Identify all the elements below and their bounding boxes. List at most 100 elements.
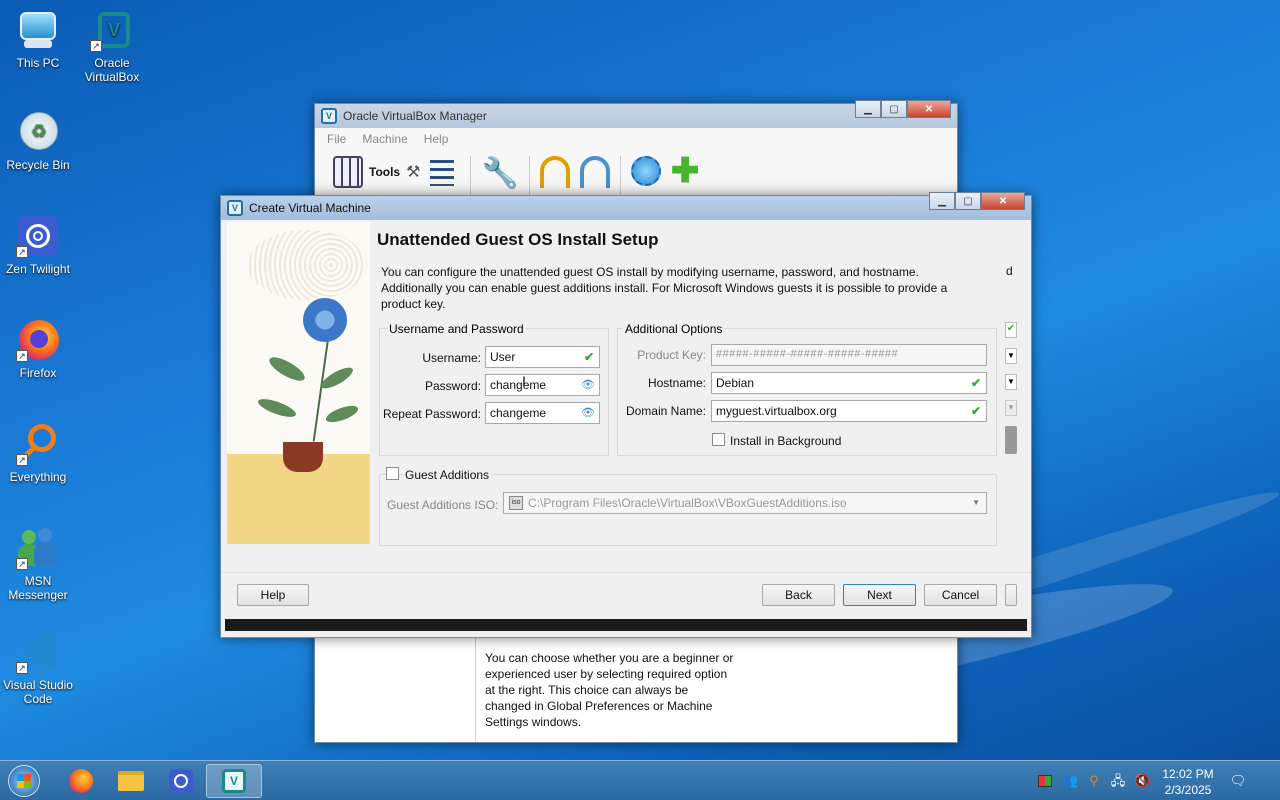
firefox-icon [69,769,93,793]
export-icon[interactable] [579,156,610,188]
username-label: Username: [422,351,481,365]
chevron-down-icon[interactable]: ▼ [1005,374,1017,390]
guest-additions-iso-select[interactable]: iso C:\Program Files\Oracle\VirtualBox\V… [503,492,987,514]
zen-browser-icon [169,769,193,793]
show-password-icon[interactable]: 👁 [581,406,595,419]
new-machine-icon[interactable] [630,156,661,186]
domain-name-label: Domain Name: [625,404,706,418]
maximize-button[interactable]: ▢ [955,192,981,210]
dialog-titlebar[interactable]: V Create Virtual Machine ▁ ▢ ✕ [221,192,1031,220]
preferences-icon[interactable]: 🔧 [481,156,518,191]
flag-icon[interactable] [1038,773,1054,789]
taskbar-virtualbox[interactable]: V [206,764,262,798]
minimize-button[interactable]: ▁ [855,100,881,118]
guest-additions-checkbox[interactable] [386,467,399,480]
back-button[interactable]: Back [762,584,835,606]
add-machine-icon[interactable]: ✚ [671,154,700,188]
page-description: You can configure the unattended guest O… [381,265,948,311]
desktop-icon-recycle-bin[interactable]: ♻ Recycle Bin [0,110,76,172]
windows-logo-icon [8,765,40,797]
import-icon[interactable] [539,156,570,188]
wizard-illustration [227,222,370,544]
chevron-down-icon[interactable]: ▼ [1005,400,1017,416]
cancel-button[interactable]: Cancel [924,584,997,606]
zen-browser-icon: ↗ [16,214,60,258]
virtualbox-icon: V [222,769,246,793]
desktop-icon-virtualbox[interactable]: V ↗ Oracle VirtualBox [74,8,150,84]
clock[interactable]: 12:02 PM 2/3/2025 [1160,766,1216,798]
virtualbox-icon: V [321,108,337,124]
desktop-icon-this-pc[interactable]: This PC [0,8,76,70]
manager-title: Oracle VirtualBox Manager [343,109,487,123]
taskbar-firefox[interactable] [58,764,104,798]
manager-content: You can choose whether you are a beginne… [315,624,957,742]
desktop-icon-vscode[interactable]: ↗ Visual Studio Code [0,630,76,706]
taskbar: V 👥 ⚲ 🖧 🔇 12:02 PM 2/3/2025 🗨 [0,760,1280,800]
group-title-additional: Additional Options [623,322,725,336]
password-label: Password: [424,379,481,393]
flower-pot [283,442,323,472]
hidden-button-edge [1005,584,1017,606]
next-button[interactable]: Next [843,584,916,606]
menu-machine[interactable]: Machine [362,132,407,146]
menu-help[interactable]: Help [424,132,449,146]
show-password-icon[interactable]: 👁 [581,378,595,391]
notification-icon[interactable]: 🗨 [1228,773,1248,789]
desktop-icon-msn-messenger[interactable]: ↗ MSN Messenger [0,526,76,602]
dialog-title: Create Virtual Machine [249,201,371,215]
taskbar-explorer[interactable] [108,764,154,798]
product-key-input[interactable]: #####-#####-#####-#####-##### [711,344,987,366]
vscode-icon: ↗ [16,630,60,674]
close-button[interactable]: ✕ [981,192,1025,210]
dialog-body: Unattended Guest OS Install Setup You ca… [221,220,1031,615]
welcome-text: You can choose whether you are a beginne… [485,651,734,729]
valid-check-icon: ✔ [970,376,981,390]
group-title-username: Username and Password [387,322,526,336]
clock-date: 2/3/2025 [1164,783,1212,797]
desktop-icon-zen-twilight[interactable]: ↗ Zen Twilight [0,214,76,276]
manager-menubar: File Machine Help [315,128,957,150]
msn-messenger-icon: ↗ [16,526,60,570]
chevron-down-icon[interactable]: ▼ [1005,348,1017,364]
minimize-button[interactable]: ▁ [929,192,955,210]
desktop-icon-firefox[interactable]: ↗ Firefox [0,318,76,380]
virtualbox-icon: V [227,200,243,216]
username-input[interactable]: User ✔ [485,346,600,368]
network-icon[interactable]: 🖧 [1110,773,1126,789]
scroll-handle[interactable] [1005,426,1017,454]
close-button[interactable]: ✕ [907,100,951,118]
password-input[interactable]: changeme 👁 [485,374,600,396]
domain-name-input[interactable]: myguest.virtualbox.org ✔ [711,400,987,422]
people-icon[interactable]: 👥 [1062,773,1078,789]
manager-titlebar[interactable]: V Oracle VirtualBox Manager ▁ ▢ ✕ [315,100,957,128]
install-background-label: Install in Background [730,434,842,448]
tools-button[interactable]: Tools ⚒ [333,156,420,188]
install-background-checkbox[interactable] [712,433,725,446]
tools-icon [333,156,363,188]
create-vm-dialog[interactable]: V Create Virtual Machine ▁ ▢ ✕ Unattende… [220,192,1032,638]
hostname-label: Hostname: [647,376,706,390]
taskbar-zen[interactable] [158,764,204,798]
menu-file[interactable]: File [327,132,346,146]
disc-image-icon: iso [509,496,523,510]
start-button[interactable] [4,764,44,798]
maximize-button[interactable]: ▢ [881,100,907,118]
recycle-bin-icon: ♻ [16,110,60,154]
valid-check-icon: ✔ [1005,322,1017,338]
product-key-label: Product Key: [637,348,706,362]
desktop-icon-everything[interactable]: ↗ Everything [0,422,76,484]
list-view-icon[interactable] [430,160,455,186]
valid-check-icon: ✔ [970,404,981,418]
magnifier-icon: ↗ [16,422,60,466]
computer-icon [16,8,60,52]
repeat-password-input[interactable]: changeme 👁 [485,402,600,424]
speaker-muted-icon[interactable]: 🔇 [1134,773,1150,789]
hostname-input[interactable]: Debian ✔ [711,372,987,394]
wrench-icon: ⚒ [406,164,421,181]
clock-time: 12:02 PM [1162,767,1214,781]
guest-additions-label: Guest Additions [403,468,492,482]
virtualbox-icon: V ↗ [90,8,134,52]
folder-icon [118,771,144,791]
help-button[interactable]: Help [237,584,309,606]
magnifier-icon[interactable]: ⚲ [1086,773,1102,789]
